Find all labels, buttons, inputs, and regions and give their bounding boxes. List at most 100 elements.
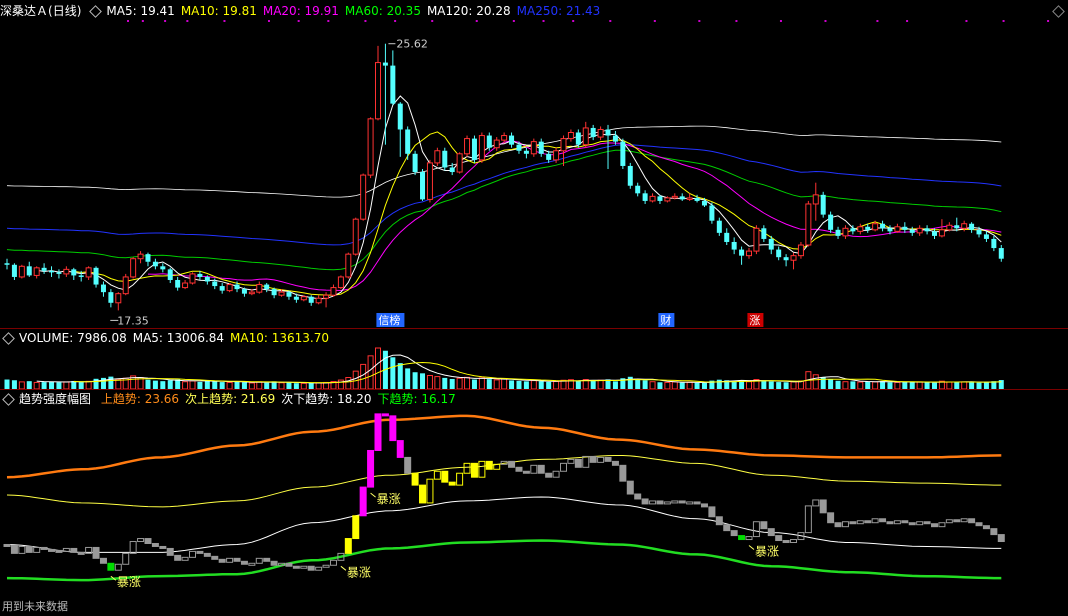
- volume-bar: [590, 380, 596, 389]
- volume-bar: [426, 375, 433, 390]
- trend-price-box: [931, 523, 938, 528]
- volume-bar: [405, 368, 411, 389]
- volume-chart[interactable]: [0, 330, 1068, 390]
- trend-price-box: [997, 534, 1005, 543]
- trend-price-box: [686, 501, 694, 505]
- candle-body: [478, 135, 485, 161]
- candle-body: [175, 279, 181, 288]
- candle-body: [716, 220, 722, 233]
- volume-bar: [449, 378, 455, 389]
- trend-price-box: [270, 560, 278, 566]
- trend-price-box: [923, 521, 931, 525]
- trend-price-box: [322, 564, 330, 568]
- trend-price-box: [137, 538, 145, 543]
- volume-bar: [390, 357, 396, 389]
- volume-bar: [145, 379, 151, 389]
- volume-bar: [850, 381, 856, 389]
- volume-bar: [18, 381, 25, 390]
- trend-price-box: [10, 544, 18, 554]
- candle-body: [828, 214, 834, 230]
- trend-price-box: [827, 512, 835, 524]
- trend-price-box: [790, 539, 798, 544]
- candle-body: [679, 196, 685, 200]
- volume-bar: [11, 380, 17, 389]
- volume-bar: [731, 381, 737, 389]
- candle-body: [456, 153, 463, 173]
- candlestick-chart[interactable]: 25.62 17.35 信榜 财 涨: [0, 0, 1068, 330]
- candle-body: [464, 138, 471, 155]
- trend-strength-chart[interactable]: 暴涨暴涨暴涨暴涨: [0, 390, 1068, 600]
- candle-body: [635, 185, 641, 194]
- candle-body: [694, 197, 700, 201]
- volume-bar: [456, 377, 463, 390]
- volume-bar: [916, 381, 923, 390]
- trend-price-box: [463, 462, 471, 474]
- candle-body: [93, 267, 99, 285]
- surge-label: 暴涨: [755, 544, 779, 559]
- signal-dot: [906, 20, 909, 22]
- event-marker-label: 财: [660, 313, 671, 327]
- candle-body: [820, 194, 826, 215]
- candle-body: [590, 127, 596, 138]
- volume-bar: [768, 381, 774, 389]
- candle-body: [308, 296, 314, 303]
- volume-bar: [4, 379, 10, 389]
- volume-bar: [828, 379, 834, 389]
- trend-price-box: [945, 519, 953, 524]
- candle-body: [612, 135, 618, 142]
- candle-body: [219, 286, 225, 291]
- volume-bar: [857, 381, 864, 390]
- trend-price-box: [359, 486, 367, 517]
- candle-body: [998, 248, 1004, 259]
- trend-price-box: [92, 546, 100, 559]
- signal-dot: [698, 20, 701, 22]
- signal-dot: [223, 20, 226, 22]
- candle-body: [189, 273, 196, 284]
- trend-price-box: [597, 456, 605, 463]
- trend-price-box: [745, 536, 753, 541]
- candle-body: [516, 144, 522, 151]
- candle-body: [337, 276, 344, 289]
- trend-price-box: [441, 470, 449, 483]
- trend-price-box: [990, 528, 998, 536]
- trend-price-box: [567, 458, 575, 464]
- volume-bar: [434, 376, 441, 390]
- trend-price-box: [938, 522, 946, 528]
- trend-price-box: [982, 525, 990, 530]
- volume-bar: [49, 381, 55, 389]
- ma60-line: [6, 149, 1002, 271]
- signal-dot: [542, 20, 545, 22]
- candle-body: [991, 238, 997, 249]
- candle-body: [197, 273, 203, 277]
- volume-bar: [241, 382, 247, 389]
- trend-price-box: [77, 551, 85, 555]
- candle-body: [78, 275, 84, 277]
- trend-price-box: [708, 506, 716, 518]
- volume-bar: [486, 379, 492, 389]
- candle-body: [382, 62, 388, 66]
- candle-body: [902, 226, 908, 230]
- trend-price-box: [916, 521, 924, 526]
- trend-price-box: [18, 545, 26, 554]
- candle-body: [4, 263, 10, 265]
- volume-bar: [671, 381, 678, 390]
- volume-bar: [812, 374, 819, 390]
- volume-bar: [501, 378, 508, 390]
- ma20-line: [147, 140, 1002, 292]
- volume-bar: [197, 381, 203, 389]
- trend-price-box: [448, 481, 456, 486]
- signal-dot: [779, 20, 782, 22]
- signal-dot: [297, 20, 300, 22]
- signal-dot: [431, 20, 434, 22]
- trend-price-box: [122, 552, 130, 565]
- candle-body: [880, 223, 886, 229]
- candle-body: [501, 135, 508, 141]
- trend-price-box: [871, 518, 879, 524]
- candle-body: [367, 118, 374, 176]
- volume-bar: [946, 381, 953, 390]
- trend-price-box: [99, 557, 107, 564]
- trend-price-box: [485, 460, 493, 470]
- candle-body: [49, 270, 55, 273]
- candle-body: [345, 253, 352, 278]
- volume-bar: [842, 381, 849, 390]
